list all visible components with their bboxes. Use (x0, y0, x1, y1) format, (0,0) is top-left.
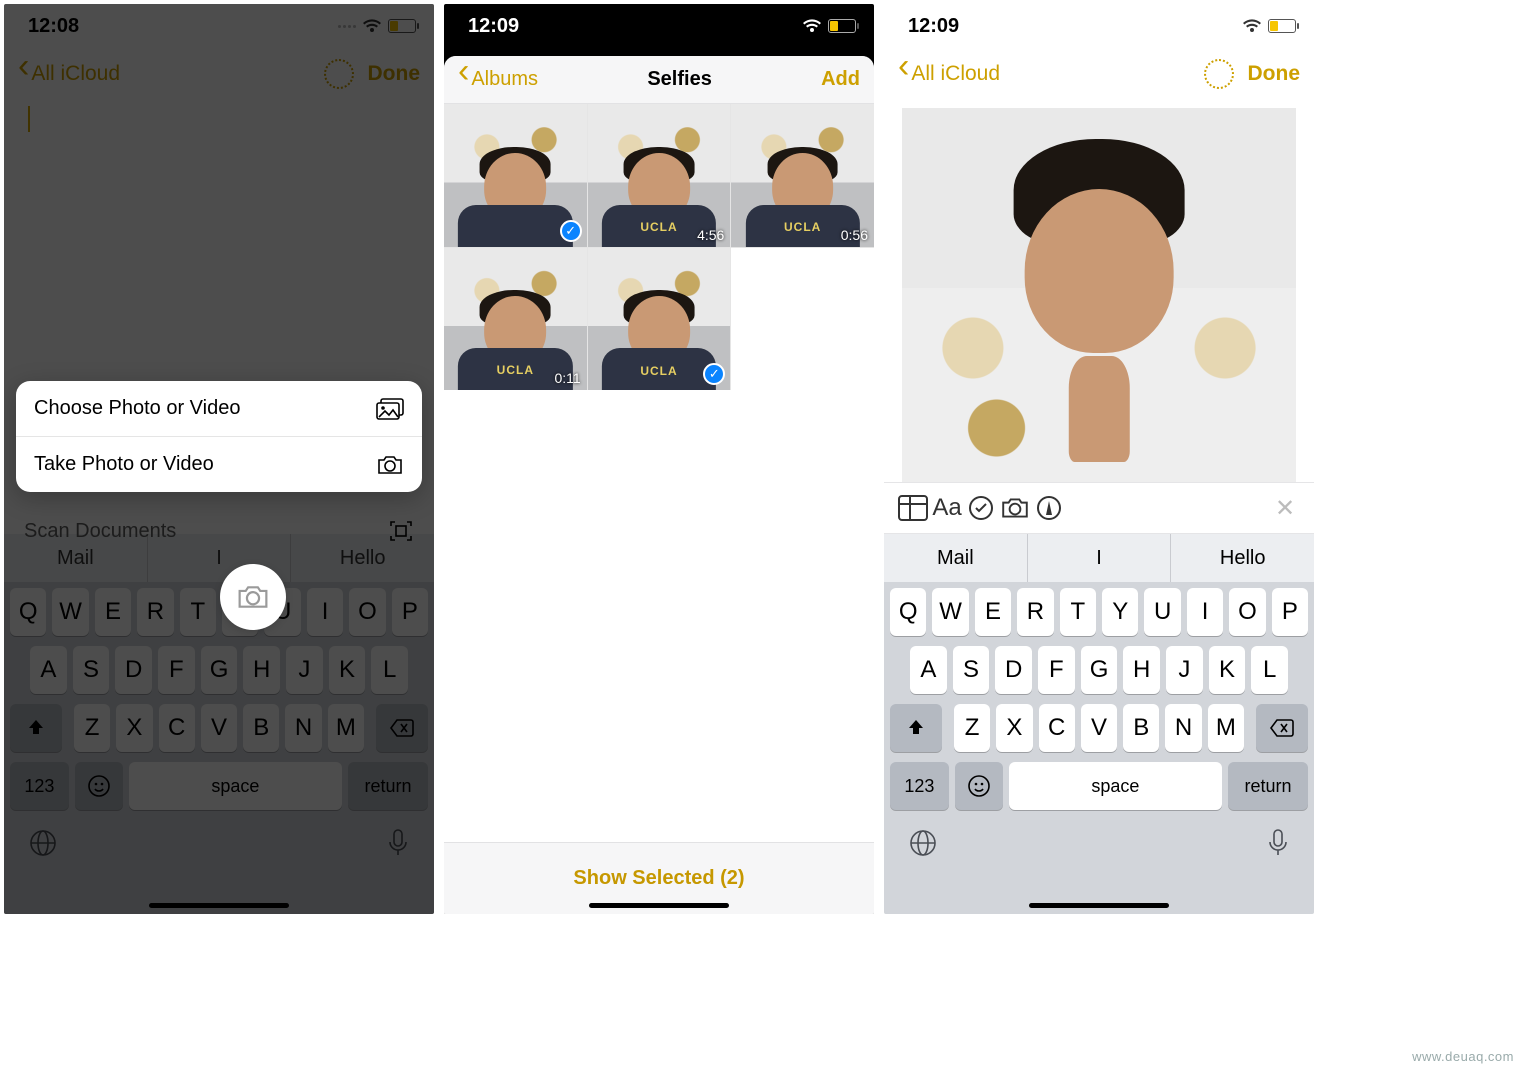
camera-highlight (220, 564, 286, 630)
add-button[interactable]: Add (821, 68, 860, 91)
status-bar: 12:09 (444, 4, 874, 48)
home-indicator[interactable] (589, 903, 729, 908)
mic-icon[interactable] (1266, 828, 1290, 858)
backspace-key[interactable] (1256, 704, 1308, 752)
nav-bar: All iCloud Done (884, 48, 1314, 100)
albums-label: Albums (471, 68, 538, 91)
status-time: 12:09 (908, 15, 959, 38)
suggestion-1[interactable]: Mail (884, 534, 1028, 582)
space-key[interactable]: space (1009, 762, 1222, 810)
sheet-header: Albums Selfies Add (444, 56, 874, 104)
home-indicator[interactable] (1029, 903, 1169, 908)
watermark: www.deuaq.com (1412, 1049, 1514, 1064)
key-h[interactable]: H (1123, 646, 1160, 694)
key-g[interactable]: G (1081, 646, 1118, 694)
key-y[interactable]: Y (1102, 588, 1138, 636)
globe-icon[interactable] (908, 828, 938, 858)
screen-1-notes-insert-menu: 12:08 All iCloud Done Aa (4, 4, 434, 914)
camera-icon (376, 454, 404, 476)
key-x[interactable]: X (996, 704, 1032, 752)
key-k[interactable]: K (1209, 646, 1246, 694)
key-l[interactable]: L (1251, 646, 1288, 694)
suggestion-2[interactable]: I (1028, 534, 1172, 582)
empty-cell (731, 248, 874, 391)
key-e[interactable]: E (975, 588, 1011, 636)
key-v[interactable]: V (1081, 704, 1117, 752)
suggestion-3[interactable]: Hello (1171, 534, 1314, 582)
key-f[interactable]: F (1038, 646, 1075, 694)
chevron-left-icon (898, 62, 909, 86)
camera-icon[interactable] (998, 491, 1032, 525)
scan-label: Scan Documents (24, 520, 176, 543)
key-o[interactable]: O (1229, 588, 1265, 636)
key-d[interactable]: D (995, 646, 1032, 694)
key-s[interactable]: S (953, 646, 990, 694)
albums-back-button[interactable]: Albums (458, 68, 538, 91)
key-j[interactable]: J (1166, 646, 1203, 694)
inserted-photo[interactable] (902, 108, 1296, 508)
camera-icon[interactable] (236, 583, 270, 611)
key-n[interactable]: N (1165, 704, 1201, 752)
status-time: 12:09 (468, 15, 519, 38)
screen-2-photo-picker: 12:09 Albums Selfies Add ✓ UCLA 4:56 (444, 4, 874, 914)
duration-label: 0:56 (841, 227, 868, 243)
key-z[interactable]: Z (954, 704, 990, 752)
screen-3-notes-with-photo: 12:09 All iCloud Done Aa (884, 4, 1314, 914)
key-a[interactable]: A (910, 646, 947, 694)
photo-thumb[interactable]: ✓ (444, 104, 587, 247)
scan-icon (388, 518, 414, 544)
show-selected-label: Show Selected (2) (573, 867, 744, 890)
checklist-icon[interactable] (964, 491, 998, 525)
key-c[interactable]: C (1039, 704, 1075, 752)
more-icon[interactable] (1204, 59, 1234, 89)
numbers-key[interactable]: 123 (890, 762, 949, 810)
photos-icon (376, 398, 404, 420)
markup-icon[interactable] (1032, 491, 1066, 525)
table-icon[interactable] (896, 491, 930, 525)
take-photo-button[interactable]: Take Photo or Video (16, 437, 422, 492)
choose-photo-label: Choose Photo or Video (34, 397, 240, 420)
return-key[interactable]: return (1228, 762, 1308, 810)
key-w[interactable]: W (932, 588, 968, 636)
key-i[interactable]: I (1187, 588, 1223, 636)
notes-toolbar: Aa ✕ (884, 482, 1314, 534)
back-button[interactable]: All iCloud (898, 62, 1000, 86)
sheet-title: Selfies (647, 68, 711, 91)
scan-documents-button[interactable]: Scan Documents (24, 518, 414, 544)
selected-checkmark-icon: ✓ (560, 220, 582, 242)
emoji-key[interactable] (955, 762, 1003, 810)
status-bar: 12:09 (884, 4, 1314, 48)
shift-key[interactable] (890, 704, 942, 752)
choose-photo-button[interactable]: Choose Photo or Video (16, 381, 422, 437)
key-b[interactable]: B (1123, 704, 1159, 752)
photo-grid: ✓ UCLA 4:56 UCLA 0:56 UCLA 0:11 UCLA ✓ (444, 104, 874, 390)
photo-picker-sheet: Albums Selfies Add ✓ UCLA 4:56 UCLA 0:56… (444, 56, 874, 914)
done-button[interactable]: Done (1248, 62, 1301, 86)
key-p[interactable]: P (1272, 588, 1308, 636)
battery-icon (1268, 19, 1296, 33)
wifi-icon (1242, 18, 1262, 34)
photo-thumb[interactable]: UCLA 0:11 (444, 248, 587, 391)
back-label: All iCloud (911, 62, 1000, 86)
close-icon[interactable]: ✕ (1268, 491, 1302, 525)
keyboard: QWERTYUIOP ASDFGHJKL ZXCVBNM 123 space r… (884, 582, 1314, 914)
duration-label: 4:56 (697, 227, 724, 243)
battery-icon (828, 19, 856, 33)
key-u[interactable]: U (1144, 588, 1180, 636)
key-r[interactable]: R (1017, 588, 1053, 636)
photo-thumb[interactable]: UCLA ✓ (588, 248, 731, 391)
chevron-left-icon (458, 68, 469, 91)
key-q[interactable]: Q (890, 588, 926, 636)
insert-menu-popup: Choose Photo or Video Take Photo or Vide… (16, 381, 422, 492)
keyboard-suggestions: Mail I Hello (884, 534, 1314, 582)
photo-thumb[interactable]: UCLA 0:56 (731, 104, 874, 247)
wifi-icon (802, 18, 822, 34)
text-format-icon[interactable]: Aa (930, 491, 964, 525)
duration-label: 0:11 (554, 370, 580, 386)
key-t[interactable]: T (1060, 588, 1096, 636)
photo-thumb[interactable]: UCLA 4:56 (588, 104, 731, 247)
take-photo-label: Take Photo or Video (34, 453, 214, 476)
key-m[interactable]: M (1208, 704, 1244, 752)
